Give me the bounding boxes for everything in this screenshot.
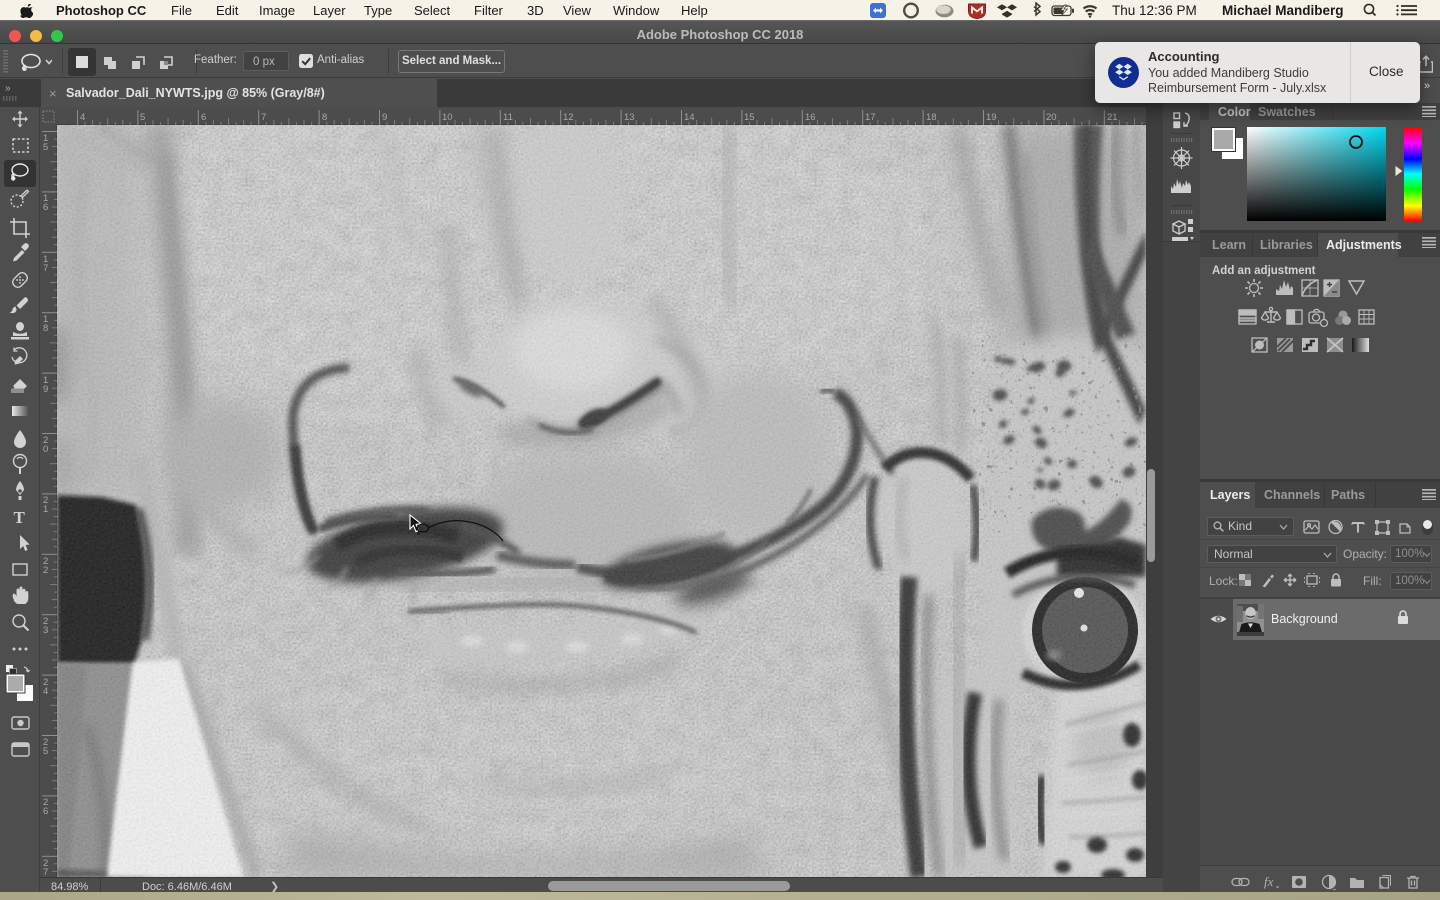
svg-text:5: 5 xyxy=(43,142,48,153)
svg-text:2: 2 xyxy=(43,565,48,576)
svg-text:4: 4 xyxy=(43,686,48,697)
svg-text:0: 0 xyxy=(43,444,48,455)
svg-text:6: 6 xyxy=(43,806,48,817)
svg-text:4: 4 xyxy=(80,112,85,123)
svg-text:19: 19 xyxy=(986,112,997,123)
svg-text:6: 6 xyxy=(201,112,206,123)
svg-text:13: 13 xyxy=(624,112,635,123)
svg-text:T: T xyxy=(14,508,26,527)
svg-text:6: 6 xyxy=(43,202,48,213)
svg-text:3: 3 xyxy=(43,625,48,636)
svg-text:15: 15 xyxy=(744,112,755,123)
svg-text:7: 7 xyxy=(43,263,48,274)
svg-text:12: 12 xyxy=(563,112,574,123)
svg-text:fx: fx xyxy=(1264,874,1274,889)
svg-text:1: 1 xyxy=(43,504,48,515)
svg-text:21: 21 xyxy=(1107,112,1118,123)
svg-text:7: 7 xyxy=(261,112,266,123)
svg-text:5: 5 xyxy=(43,746,48,757)
svg-text:5: 5 xyxy=(140,112,145,123)
svg-text:16: 16 xyxy=(805,112,816,123)
svg-text:8: 8 xyxy=(43,323,48,334)
svg-text:11: 11 xyxy=(503,112,513,123)
svg-text:17: 17 xyxy=(865,112,876,123)
svg-text:8: 8 xyxy=(322,112,327,123)
svg-text:14: 14 xyxy=(684,112,695,123)
svg-text:20: 20 xyxy=(1046,112,1057,123)
svg-text:9: 9 xyxy=(382,112,387,123)
svg-text:10: 10 xyxy=(442,112,453,123)
svg-text:9: 9 xyxy=(43,384,48,395)
svg-text:18: 18 xyxy=(926,112,937,123)
